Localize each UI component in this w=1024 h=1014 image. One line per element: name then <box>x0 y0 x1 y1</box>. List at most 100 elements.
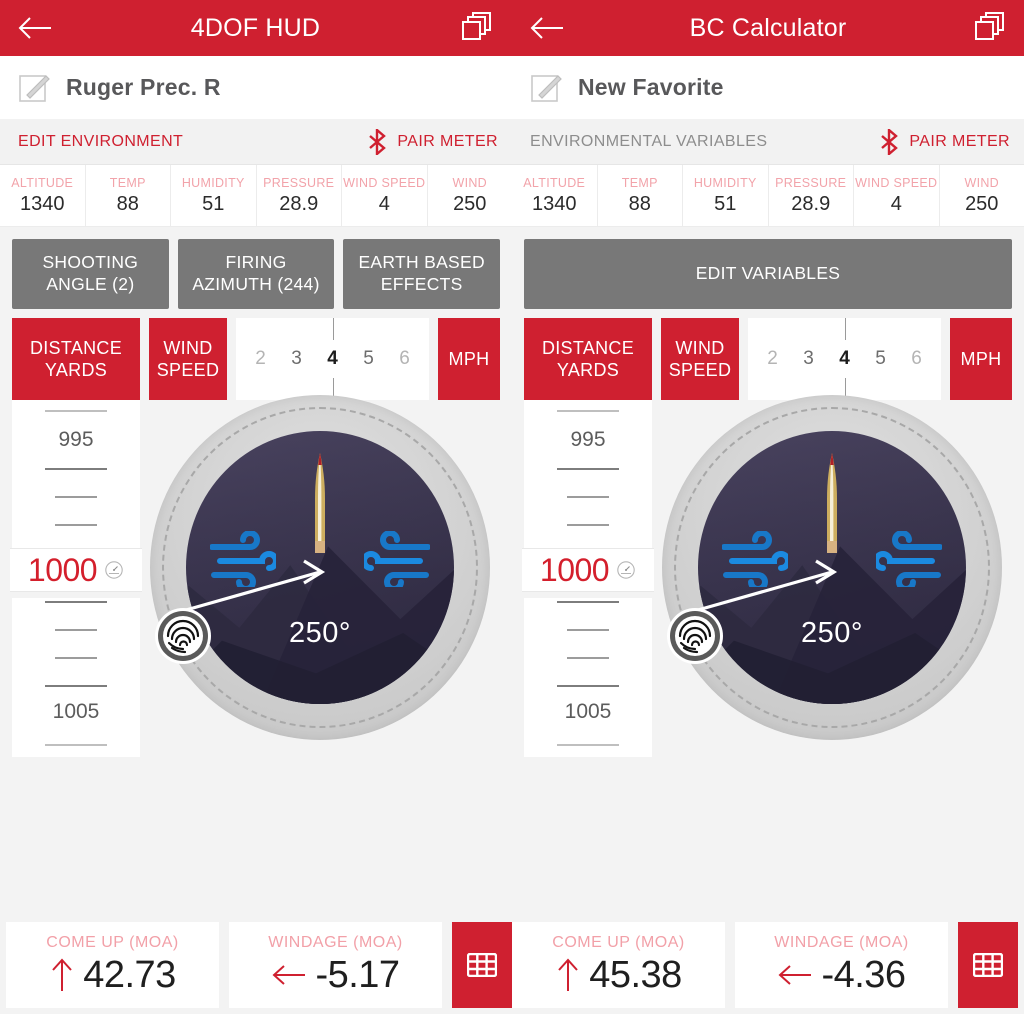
distance-picker-right[interactable]: 995 1000 1005 <box>522 400 654 757</box>
wind-speed-picker[interactable]: 2 3 4 5 6 <box>236 318 429 400</box>
navigation-bar: 4DOF HUD BC Calculator <box>0 0 1024 56</box>
sub-action-bar: EDIT ENVIRONMENT PAIR METER ENVIRONMENTA… <box>0 119 1024 165</box>
stat-value: 88 <box>628 192 651 215</box>
ruler-tick <box>55 496 97 498</box>
results-table-button-right[interactable] <box>958 922 1018 1008</box>
ruler-tick <box>557 685 619 687</box>
ruler-tick <box>567 657 609 659</box>
edit-environment-link[interactable]: EDIT ENVIRONMENT <box>0 133 183 151</box>
distance-ruler[interactable]: 995 1000 1005 <box>10 400 142 757</box>
come-up-card-right[interactable]: COME UP (MOA) 45.38 <box>512 922 725 1008</box>
windage-card-right[interactable]: WINDAGE (MOA) -4.36 <box>735 922 948 1008</box>
wind-option[interactable]: 5 <box>351 348 387 370</box>
arrow-left-icon <box>778 965 812 985</box>
come-up-value: 45.38 <box>589 953 682 996</box>
stat-pressure[interactable]: PRESSURE 28.9 <box>769 165 854 226</box>
mph-unit-chip[interactable]: MPH <box>438 318 500 400</box>
stat-label: HUMIDITY <box>693 175 757 190</box>
wind-option-selected[interactable]: 4 <box>315 348 351 370</box>
nav-title-left: 4DOF HUD <box>190 13 321 42</box>
selection-gap <box>10 592 142 598</box>
wind-option[interactable]: 5 <box>863 348 899 370</box>
stat-altitude[interactable]: ALTITUDE 1340 <box>512 165 598 226</box>
wind-option[interactable]: 6 <box>899 348 935 370</box>
fingerprint-icon[interactable] <box>664 605 726 667</box>
back-button-right[interactable] <box>512 15 582 41</box>
speedometer-icon <box>105 561 123 579</box>
picker-tick-top <box>332 318 334 340</box>
stat-altitude[interactable]: ALTITUDE 1340 <box>0 165 86 226</box>
copy-button-left[interactable] <box>441 12 511 44</box>
stat-label: WIND <box>964 175 1000 190</box>
stat-temp[interactable]: TEMP 88 <box>598 165 683 226</box>
edit-variables-button[interactable]: EDIT VARIABLES <box>524 239 1012 309</box>
stat-wind[interactable]: WIND 250 <box>940 165 1024 226</box>
edit-profile-button-right[interactable] <box>530 72 562 104</box>
wind-compass-left[interactable]: 250° <box>150 395 490 740</box>
pair-meter-label-left: PAIR METER <box>397 132 498 150</box>
pair-meter-button-left[interactable]: PAIR METER <box>367 128 498 155</box>
wind-option-selected[interactable]: 4 <box>827 348 863 370</box>
distance-label-below: 1005 <box>564 700 612 723</box>
come-up-card-left[interactable]: COME UP (MOA) 42.73 <box>6 922 219 1008</box>
come-up-label: COME UP (MOA) <box>552 933 685 951</box>
stat-humidity[interactable]: HUMIDITY 51 <box>683 165 769 226</box>
windage-value: -5.17 <box>315 953 400 996</box>
earth-based-effects-button[interactable]: EARTH BASED EFFECTS <box>343 239 501 309</box>
selection-gap <box>522 592 654 598</box>
fingerprint-icon[interactable] <box>152 605 214 667</box>
table-grid-icon <box>467 953 497 977</box>
wind-speed-chip[interactable]: WIND SPEED <box>149 318 227 400</box>
arrow-left-icon <box>530 17 563 39</box>
wind-compass-right[interactable]: 250° <box>662 395 1002 740</box>
profile-right[interactable]: New Favorite <box>512 56 1024 119</box>
shooting-angle-button[interactable]: SHOOTING ANGLE (2) <box>12 239 169 309</box>
firing-azimuth-button[interactable]: FIRING AZIMUTH (244) <box>177 239 335 309</box>
windage-card-left[interactable]: WINDAGE (MOA) -5.17 <box>229 922 442 1008</box>
wind-option[interactable]: 3 <box>279 348 315 370</box>
wind-speed-picker[interactable]: 2 3 4 5 6 <box>748 318 941 400</box>
ruler-tick <box>55 524 97 526</box>
stat-wind[interactable]: WIND 250 <box>428 165 513 226</box>
stat-value: 51 <box>714 192 737 215</box>
edit-profile-button-left[interactable] <box>18 72 50 104</box>
wind-speed-chip[interactable]: WIND SPEED <box>661 318 739 400</box>
back-button-left[interactable] <box>0 15 70 41</box>
distance-yards-chip[interactable]: DISTANCE YARDS <box>524 318 652 400</box>
stat-temp[interactable]: TEMP 88 <box>86 165 171 226</box>
profile-left[interactable]: Ruger Prec. R <box>0 56 512 119</box>
panel-bc-calculator: EDIT VARIABLES DISTANCE YARDS WIND SPEED… <box>512 227 1024 887</box>
stat-label: PRESSURE <box>263 175 335 190</box>
distance-label-above: 995 <box>58 428 94 451</box>
stat-wind-speed[interactable]: WIND SPEED 4 <box>854 165 940 226</box>
table-grid-icon <box>973 953 1003 977</box>
stat-wind-speed[interactable]: WIND SPEED 4 <box>342 165 428 226</box>
stat-humidity[interactable]: HUMIDITY 51 <box>171 165 257 226</box>
stat-label: WIND SPEED <box>855 175 938 190</box>
windage-value-row: -4.36 <box>777 953 906 997</box>
distance-selected-band[interactable]: 1000 <box>522 548 654 592</box>
wind-option[interactable]: 2 <box>755 348 791 370</box>
results-left: COME UP (MOA) 42.73 WINDAGE (MOA) -5.17 <box>0 912 512 1014</box>
pair-meter-button-right[interactable]: PAIR METER <box>879 128 1010 155</box>
wind-option[interactable]: 3 <box>791 348 827 370</box>
wind-option[interactable]: 6 <box>387 348 423 370</box>
mph-unit-chip[interactable]: MPH <box>950 318 1012 400</box>
stat-label: ALTITUDE <box>11 175 74 190</box>
ruler-tick <box>45 410 107 412</box>
windage-value: -4.36 <box>821 953 906 996</box>
windage-label: WINDAGE (MOA) <box>774 933 909 951</box>
copy-button-right[interactable] <box>954 12 1024 44</box>
wind-option[interactable]: 2 <box>243 348 279 370</box>
distance-selected-band[interactable]: 1000 <box>10 548 142 592</box>
distance-ruler[interactable]: 995 1000 1005 <box>522 400 654 757</box>
stat-pressure[interactable]: PRESSURE 28.9 <box>257 165 342 226</box>
copy-windows-icon <box>462 12 491 40</box>
ruler-tick <box>55 657 97 659</box>
distance-yards-chip[interactable]: DISTANCE YARDS <box>12 318 140 400</box>
profile-name-left: Ruger Prec. R <box>66 74 221 100</box>
stat-value: 4 <box>890 192 902 215</box>
distance-picker-left[interactable]: 995 1000 1005 <box>10 400 142 757</box>
app-root: 4DOF HUD BC Calculator Ruger Prec. R New… <box>0 0 1024 1014</box>
results-table-button-left[interactable] <box>452 922 512 1008</box>
